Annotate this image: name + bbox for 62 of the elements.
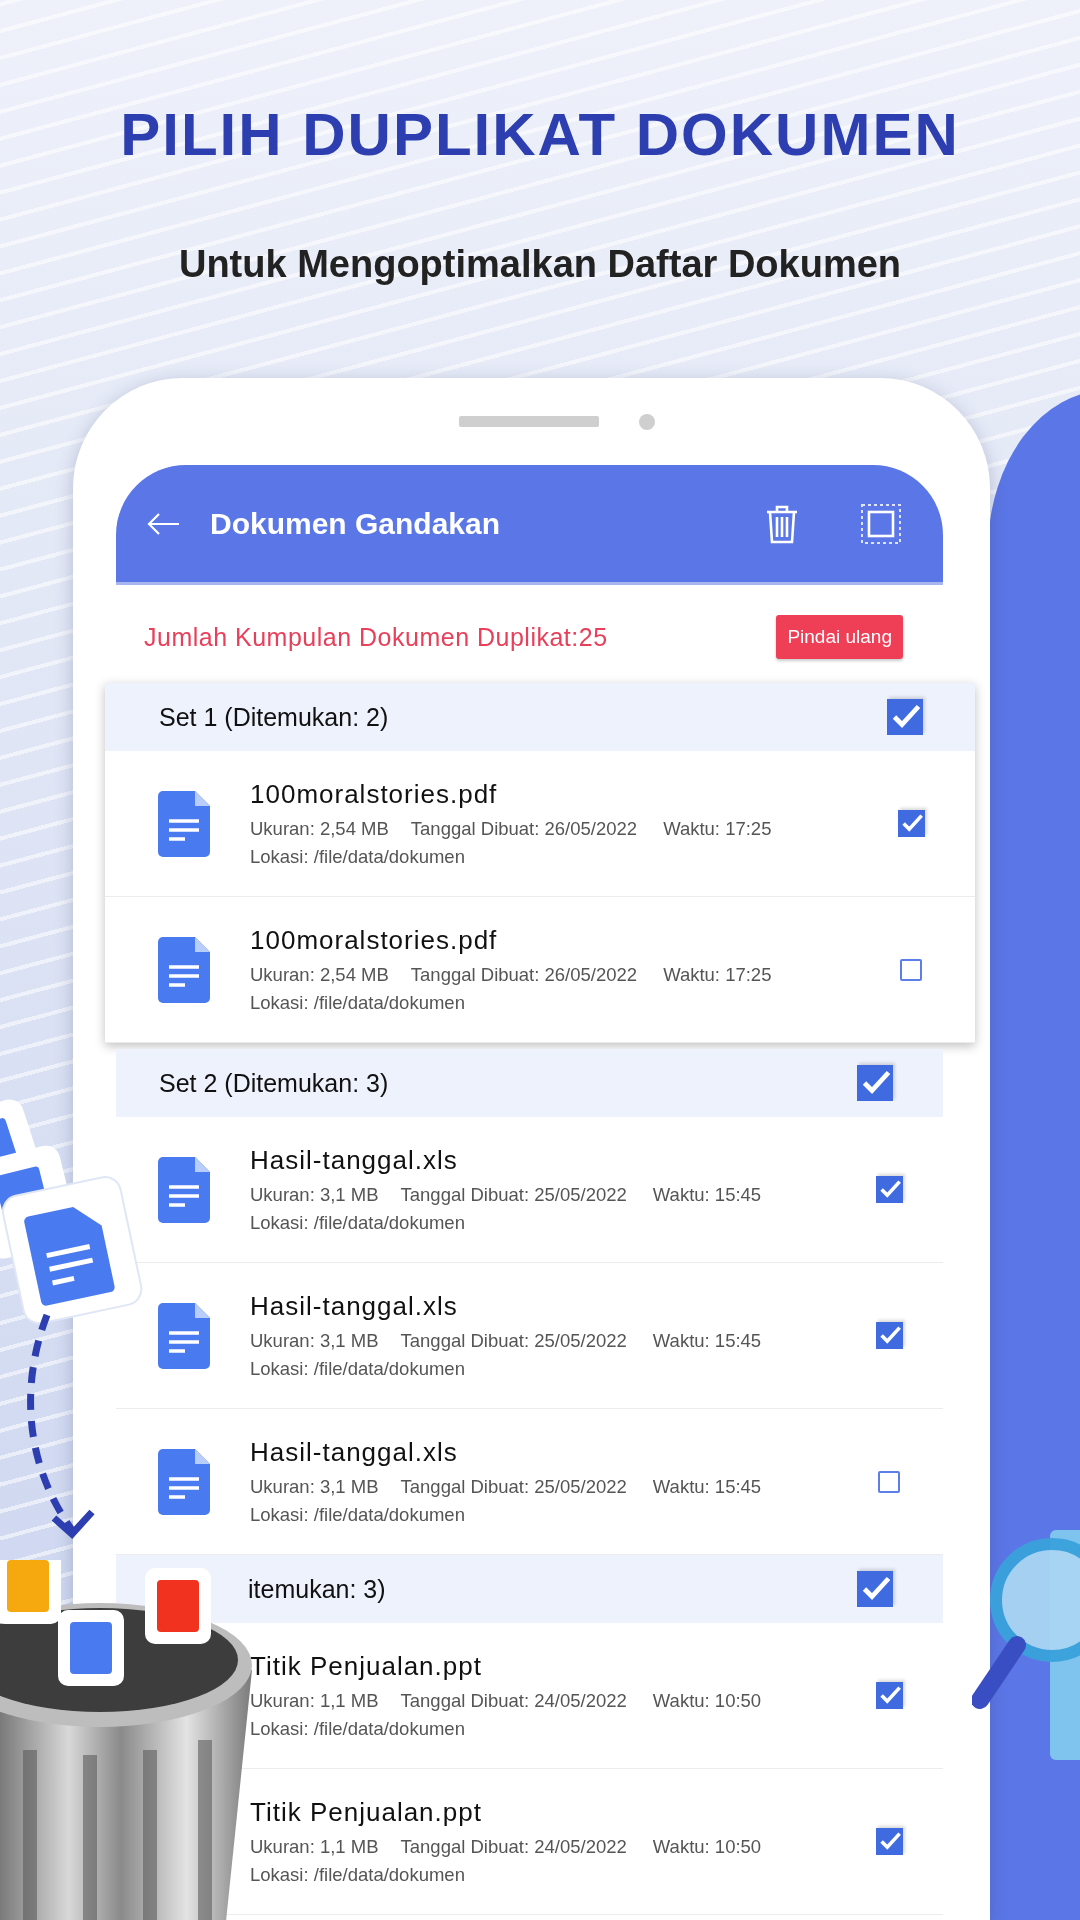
back-arrow-icon[interactable] [146, 511, 180, 536]
file-name: Hasil-tanggal.xls [250, 1291, 459, 1322]
set-checkbox[interactable] [857, 1065, 893, 1101]
file-name: Hasil-tanggal.xls [250, 1437, 459, 1468]
file-time: Waktu: 17:25 [663, 818, 772, 840]
file-size: Ukuran: 2,54 MB [250, 818, 389, 840]
file-checkbox[interactable] [898, 810, 925, 837]
file-size: Ukuran: 1,1 MB [250, 1836, 379, 1858]
file-name: 100moralstories.pdf [250, 779, 499, 810]
document-icon [158, 1448, 210, 1515]
file-location: Lokasi: /file/data/dokumen [250, 1212, 466, 1234]
camera-dot [639, 413, 655, 430]
subtitle: Untuk Mengoptimalkan Daftar Dokumen [178, 243, 902, 286]
file-location: Lokasi: /file/data/dokumen [250, 846, 466, 868]
file-time: Waktu: 15:45 [652, 1330, 762, 1352]
file-size: Ukuran: 3,1 MB [250, 1476, 379, 1498]
set-title: Set 1 (Ditemukan: 2) [159, 702, 389, 732]
file-checkbox[interactable] [876, 1828, 903, 1855]
file-name: Hasil-tanggal.xls [250, 1145, 459, 1176]
file-location: Lokasi: /file/data/dokumen [250, 992, 466, 1014]
file-size: Ukuran: 1,1 MB [250, 1690, 379, 1712]
file-time: Waktu: 15:45 [652, 1476, 762, 1498]
file-checkbox[interactable] [876, 1682, 903, 1709]
file-date: Tanggal Dibuat: 26/05/2022 [410, 818, 638, 840]
file-location: Lokasi: /file/data/dokumen [250, 1718, 466, 1740]
file-name: Titik Penjualan.ppt [250, 1797, 483, 1828]
file-checkbox[interactable] [900, 958, 922, 981]
file-location: Lokasi: /file/data/dokumen [250, 1358, 466, 1380]
file-date: Tanggal Dibuat: 26/05/2022 [410, 964, 638, 986]
set-checkbox[interactable] [857, 1571, 893, 1607]
file-checkbox[interactable] [878, 1470, 900, 1493]
file-location: Lokasi: /file/data/dokumen [250, 1504, 466, 1526]
screen-title: Dokumen Gandakan [210, 506, 502, 541]
file-time: Waktu: 15:45 [652, 1184, 762, 1206]
file-checkbox[interactable] [876, 1176, 903, 1203]
document-icon [158, 1302, 210, 1369]
document-icon [158, 936, 210, 1003]
file-location: Lokasi: /file/data/dokumen [250, 1864, 466, 1886]
file-time: Waktu: 10:50 [652, 1836, 762, 1858]
delete-icon[interactable] [765, 503, 799, 544]
file-size: Ukuran: 2,54 MB [250, 964, 389, 986]
set-title: Set 2 (Ditemukan: 3) [159, 1068, 389, 1098]
file-time: Waktu: 10:50 [652, 1690, 762, 1712]
file-date: Tanggal Dibuat: 25/05/2022 [400, 1184, 627, 1206]
set-checkbox[interactable] [887, 699, 923, 735]
file-name: Titik Penjualan.ppt [250, 1651, 483, 1682]
select-all-icon[interactable] [861, 503, 901, 544]
rescan-button[interactable]: Pindai ulang [776, 615, 903, 659]
duplicate-count: Jumlah Kumpulan Dokumen Duplikat:25 [144, 622, 608, 652]
document-icon [158, 790, 210, 857]
headline: PILIH DUPLIKAT DOKUMEN [120, 100, 960, 169]
file-date: Tanggal Dibuat: 24/05/2022 [400, 1690, 627, 1712]
file-size: Ukuran: 3,1 MB [250, 1184, 379, 1206]
file-size: Ukuran: 3,1 MB [250, 1330, 379, 1352]
file-date: Tanggal Dibuat: 25/05/2022 [400, 1330, 627, 1352]
set-title: itemukan: 3) [248, 1574, 386, 1604]
document-icon [158, 1156, 210, 1223]
file-date: Tanggal Dibuat: 24/05/2022 [400, 1836, 627, 1858]
file-checkbox[interactable] [876, 1322, 903, 1349]
file-name: 100moralstories.pdf [250, 925, 499, 956]
file-time: Waktu: 17:25 [663, 964, 772, 986]
file-date: Tanggal Dibuat: 25/05/2022 [400, 1476, 627, 1498]
